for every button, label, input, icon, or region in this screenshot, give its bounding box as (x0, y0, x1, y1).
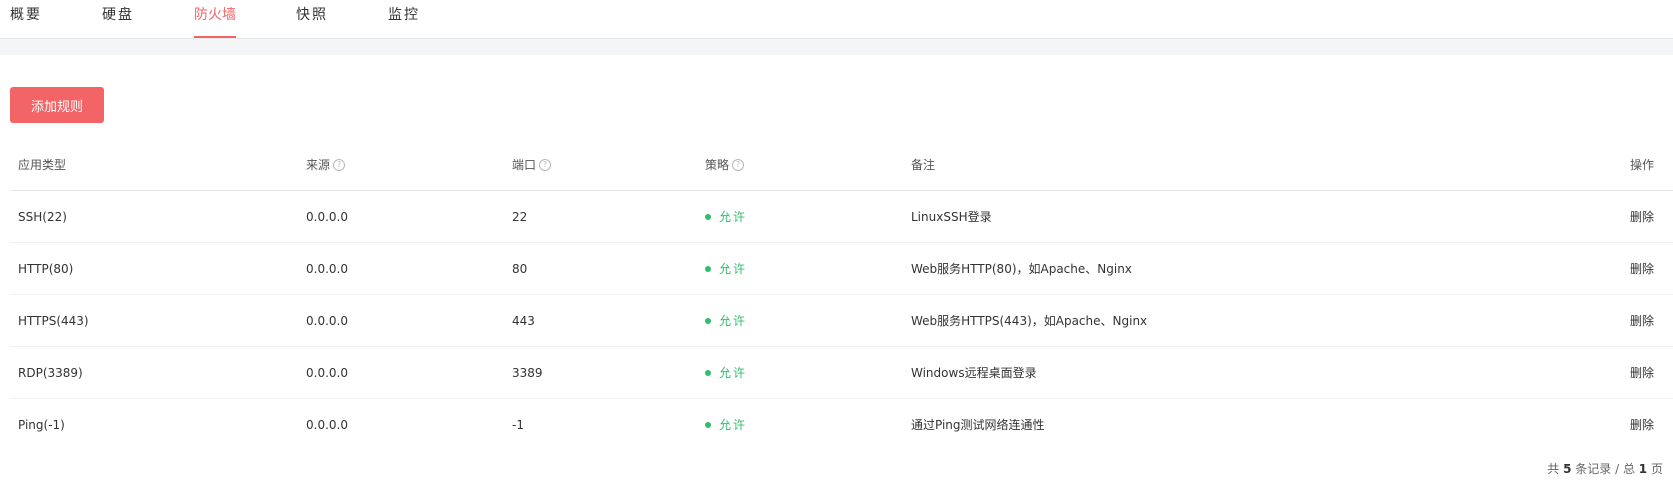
status-dot-icon (705, 317, 711, 324)
header-note: 备注 (911, 139, 935, 190)
tab-firewall[interactable]: 防火墙 (194, 4, 236, 38)
rule-source: 0.0.0.0 (306, 209, 348, 224)
rule-actions: 删除 (1630, 399, 1654, 450)
rule-source: 0.0.0.0 (306, 365, 348, 380)
firewall-rules-table: 应用类型 来源 ? 端口 ? 策略 ? 备注 操作 SSH(22) 0.0.0.… (10, 139, 1673, 450)
rule-policy: 允许 (705, 347, 747, 398)
rule-type: SSH(22) (18, 209, 67, 224)
policy-label: 允许 (719, 262, 748, 276)
rule-port: 3389 (512, 365, 543, 380)
delete-button[interactable]: 删除 (1630, 312, 1654, 329)
header-port: 端口 ? (512, 139, 552, 190)
total-records: 5 (1563, 462, 1572, 476)
status-dot-icon (705, 369, 711, 376)
header-operation: 操作 (1630, 139, 1654, 190)
rule-note: 通过Ping测试网络连通性 (911, 418, 1045, 432)
header-source-label: 来源 (306, 158, 331, 172)
section-divider (0, 39, 1673, 55)
header-type-label: 应用类型 (18, 158, 67, 172)
rule-actions: 删除 (1630, 191, 1654, 242)
pagination-prefix: 共 (1547, 462, 1560, 476)
header-note-label: 备注 (911, 158, 936, 172)
pagination-summary: 共 5 条记录 / 总 1 页 (1547, 460, 1663, 477)
header-source: 来源 ? (306, 139, 346, 190)
rule-source: 0.0.0.0 (306, 313, 348, 328)
tab-disk[interactable]: 硬盘 (102, 4, 134, 38)
rule-type: RDP(3389) (18, 365, 83, 380)
rule-type: HTTP(80) (18, 261, 74, 276)
policy-label: 允许 (719, 366, 748, 380)
rule-type: HTTPS(443) (18, 313, 89, 328)
rule-port: 443 (512, 313, 535, 328)
rule-port: 22 (512, 209, 528, 224)
policy-label: 允许 (719, 210, 748, 224)
delete-button[interactable]: 删除 (1630, 260, 1654, 277)
tab-overview[interactable]: 概要 (10, 4, 42, 38)
rule-policy: 允许 (705, 191, 747, 242)
help-icon[interactable]: ? (732, 158, 745, 171)
header-type: 应用类型 (18, 139, 66, 190)
rule-port: 80 (512, 261, 528, 276)
delete-button[interactable]: 删除 (1630, 364, 1654, 381)
delete-button[interactable]: 删除 (1630, 208, 1654, 225)
table-row: Ping(-1) 0.0.0.0 -1 允许 通过Ping测试网络连通性 删除 (10, 399, 1673, 450)
header-policy-label: 策略 (705, 158, 730, 172)
header-port-label: 端口 (512, 158, 537, 172)
rule-actions: 删除 (1630, 295, 1654, 346)
rule-source: 0.0.0.0 (306, 261, 348, 276)
rule-note: Web服务HTTP(80)，如Apache、Nginx (911, 262, 1132, 276)
header-policy: 策略 ? (705, 139, 745, 190)
status-dot-icon (705, 265, 711, 272)
table-row: RDP(3389) 0.0.0.0 3389 允许 Windows远程桌面登录 … (10, 347, 1673, 399)
rule-actions: 删除 (1630, 243, 1654, 294)
rule-source: 0.0.0.0 (306, 417, 348, 432)
pages-suffix: 页 (1650, 462, 1663, 476)
status-dot-icon (705, 421, 711, 428)
add-rule-button[interactable]: 添加规则 (10, 87, 104, 123)
rule-note: LinuxSSH登录 (911, 210, 992, 224)
rule-policy: 允许 (705, 243, 747, 294)
rule-type: Ping(-1) (18, 417, 65, 432)
header-operation-label: 操作 (1629, 158, 1654, 172)
table-row: HTTPS(443) 0.0.0.0 443 允许 Web服务HTTPS(443… (10, 295, 1673, 347)
tab-snapshot[interactable]: 快照 (296, 4, 328, 38)
rule-policy: 允许 (705, 399, 747, 450)
rule-actions: 删除 (1630, 347, 1654, 398)
rule-policy: 允许 (705, 295, 747, 346)
records-suffix: 条记录 / 总 (1575, 462, 1635, 476)
delete-button[interactable]: 删除 (1630, 416, 1654, 433)
total-pages: 1 (1638, 462, 1648, 476)
rule-port: -1 (512, 417, 524, 432)
tab-monitor[interactable]: 监控 (388, 4, 420, 38)
table-row: SSH(22) 0.0.0.0 22 允许 LinuxSSH登录 删除 (10, 191, 1673, 243)
rule-note: Windows远程桌面登录 (911, 366, 1037, 380)
help-icon[interactable]: ? (539, 158, 552, 171)
table-row: HTTP(80) 0.0.0.0 80 允许 Web服务HTTP(80)，如Ap… (10, 243, 1673, 295)
rule-note: Web服务HTTPS(443)，如Apache、Nginx (911, 314, 1148, 328)
policy-label: 允许 (719, 418, 748, 432)
help-icon[interactable]: ? (333, 158, 346, 171)
status-dot-icon (705, 213, 711, 220)
table-header: 应用类型 来源 ? 端口 ? 策略 ? 备注 操作 (10, 139, 1673, 191)
tab-bar: 概要 硬盘 防火墙 快照 监控 (0, 0, 1673, 39)
policy-label: 允许 (719, 314, 748, 328)
